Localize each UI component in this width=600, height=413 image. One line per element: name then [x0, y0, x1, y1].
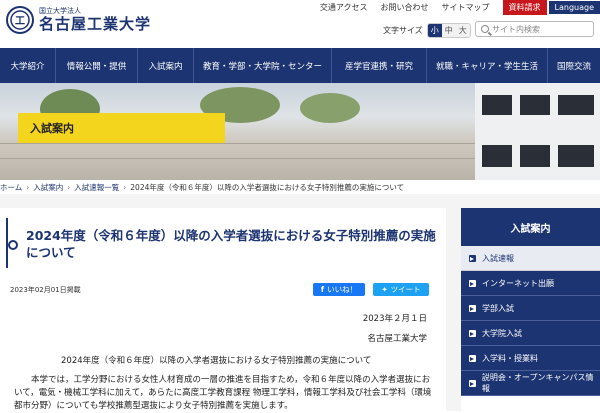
content-area: 2024年度（令和６年度）以降の入学者選抜における女子特別推薦の実施について 2… — [0, 194, 600, 411]
article-meta: 2023年02月01日掲載 f いいね！ ✦ ツイート — [6, 278, 446, 298]
article-paragraph: 本学では，工学分野における女性人材育成の一層の推進を目指すため，令和６年度以降の… — [14, 375, 432, 411]
chevron-right-icon — [469, 279, 476, 287]
title-bullet-icon — [8, 240, 18, 250]
nav-item-disclosure[interactable]: 情報公開・提供 — [56, 48, 138, 83]
logo-name: 名古屋工業大学 — [39, 15, 152, 33]
font-size-medium[interactable]: 中 — [441, 24, 456, 37]
breadcrumb-home[interactable]: ホーム — [0, 182, 22, 193]
nav-item-career[interactable]: 就職・キャリア・学生生活 — [427, 48, 548, 83]
sidebar-item-fees[interactable]: 入学料・授業料 — [461, 346, 600, 371]
hero-label: 入試案内 — [18, 113, 225, 143]
sidebar-item-graduate[interactable]: 大学院入試 — [461, 321, 600, 346]
language-button[interactable]: Language — [548, 0, 600, 14]
request-materials-button[interactable]: 資料請求 — [502, 0, 547, 15]
breadcrumb-news-list[interactable]: 入試速報一覧 — [74, 182, 119, 193]
contact-link[interactable]: お問い合わせ — [381, 2, 429, 13]
title-box: 2024年度（令和６年度）以降の入学者選抜における女子特別推薦の実施について — [6, 218, 443, 268]
breadcrumb-admissions[interactable]: 入試案内 — [33, 182, 63, 193]
font-size-control: 文字サイズ 小 中 大 — [383, 23, 471, 38]
nav-item-research[interactable]: 産学官連携・研究 — [332, 48, 427, 83]
facebook-icon: f — [320, 285, 325, 294]
logo-subtitle: 国立大学法人 — [39, 7, 81, 15]
sidebar-item-online-application[interactable]: インターネット出願 — [461, 271, 600, 296]
sidebar-title: 入試案内 — [461, 208, 600, 246]
font-size-small[interactable]: 小 — [427, 24, 442, 37]
published-date: 2023年02月01日掲載 — [10, 286, 81, 294]
facebook-like-button[interactable]: f いいね！ — [313, 283, 365, 296]
article-heading: 2024年度（令和６年度）以降の入学者選抜における女子特別推薦の実施について — [61, 356, 372, 366]
breadcrumb: ホーム › 入試案内 › 入試速報一覧 › 2024年度（令和６年度）以降の入学… — [0, 182, 405, 193]
page-title: 2024年度（令和６年度）以降の入学者選抜における女子特別推薦の実施について — [26, 228, 436, 260]
chevron-right-icon — [469, 379, 476, 387]
sidebar: 入試案内 入試速報 インターネット出願 学部入試 大学院入試 入学料・授業料 説… — [461, 208, 600, 411]
chevron-right-icon — [469, 254, 476, 262]
search-placeholder: サイト内検索 — [492, 24, 540, 34]
logo-emblem-icon: 工 — [6, 6, 34, 34]
font-size-label: 文字サイズ — [383, 26, 423, 35]
nav-item-admissions[interactable]: 入試案内 — [138, 48, 194, 83]
twitter-icon: ✦ — [381, 285, 388, 294]
article-body: 2023年２月１日 名古屋工業大学 2024年度（令和６年度）以降の入学者選抜に… — [6, 300, 443, 411]
search-input[interactable]: サイト内検索 — [475, 21, 594, 37]
article-date: 2023年２月１日 — [362, 314, 427, 324]
top-links: 交通アクセス お問い合わせ サイトマップ 資料請求 Language — [320, 0, 600, 15]
main-nav: 大学紹介 情報公開・提供 入試案内 教育・学部・大学院・センター 産学官連携・研… — [0, 48, 600, 83]
nav-item-education[interactable]: 教育・学部・大学院・センター — [194, 48, 332, 83]
tweet-button[interactable]: ✦ ツイート — [373, 283, 429, 296]
nav-item-about[interactable]: 大学紹介 — [0, 48, 56, 83]
sidebar-item-open-campus[interactable]: 説明会・オープンキャンパス情報 — [461, 371, 600, 396]
article: 2024年度（令和６年度）以降の入学者選抜における女子特別推薦の実施について 2… — [0, 208, 446, 411]
sidebar-item-news[interactable]: 入試速報 — [461, 246, 600, 271]
university-logo[interactable]: 工 国立大学法人 名古屋工業大学 — [6, 6, 151, 34]
chevron-right-icon — [469, 329, 476, 337]
svg-text:工: 工 — [15, 16, 25, 27]
font-size-large[interactable]: 大 — [455, 24, 470, 37]
search-icon — [481, 25, 489, 33]
breadcrumb-current: 2024年度（令和６年度）以降の入学者選抜における女子特別推薦の実施について — [130, 182, 405, 192]
site-header: 工 国立大学法人 名古屋工業大学 交通アクセス お問い合わせ サイトマップ 資料… — [0, 0, 600, 48]
chevron-right-icon — [469, 354, 476, 362]
access-link[interactable]: 交通アクセス — [320, 2, 368, 13]
sidebar-item-undergraduate[interactable]: 学部入試 — [461, 296, 600, 321]
article-org: 名古屋工業大学 — [367, 334, 427, 344]
nav-item-international[interactable]: 国際交流 — [548, 48, 600, 83]
sitemap-link[interactable]: サイトマップ — [442, 2, 490, 13]
chevron-right-icon — [469, 304, 476, 312]
